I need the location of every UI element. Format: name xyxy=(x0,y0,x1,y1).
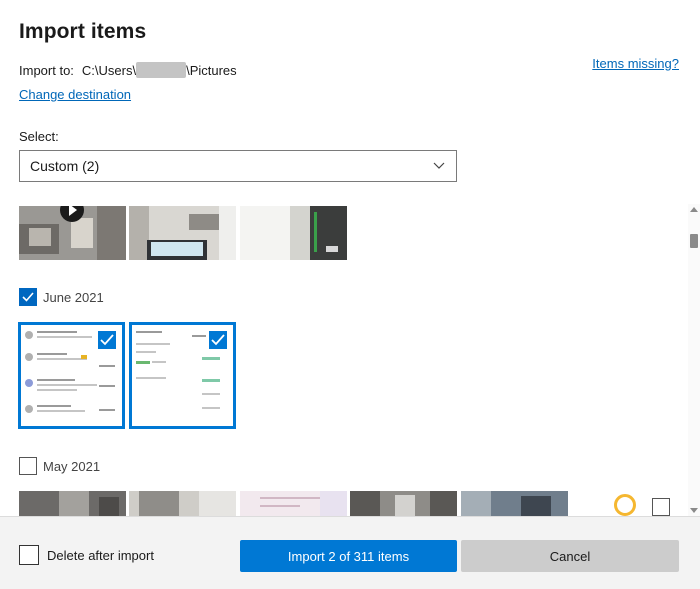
group-june-2021[interactable]: June 2021 xyxy=(19,288,104,306)
chevron-down-icon xyxy=(433,162,445,169)
photo-scroll-area[interactable]: June 2021 May 2021 xyxy=(0,204,700,516)
photo-checkbox[interactable] xyxy=(208,330,228,350)
redacted-username xyxy=(136,62,187,78)
checkmark-icon xyxy=(211,334,225,346)
select-label: Select: xyxy=(19,129,59,144)
loading-indicator xyxy=(614,494,636,516)
import-destination: Import to: C:\Users\ \Pictures xyxy=(19,62,237,78)
cancel-button[interactable]: Cancel xyxy=(461,540,679,572)
photo-checkbox[interactable] xyxy=(652,498,670,516)
items-missing-link[interactable]: Items missing? xyxy=(592,56,679,71)
change-destination-link[interactable]: Change destination xyxy=(19,87,131,102)
path-suffix: \Pictures xyxy=(186,62,237,78)
scroll-down-icon[interactable] xyxy=(690,508,698,513)
dialog-title: Import items xyxy=(19,20,147,43)
photo-thumbnail[interactable] xyxy=(350,491,457,516)
group-label: June 2021 xyxy=(43,289,104,305)
checkmark-icon xyxy=(22,292,34,302)
scrollbar-thumb[interactable] xyxy=(690,234,698,248)
import-to-label: Import to: xyxy=(19,62,74,78)
import-button[interactable]: Import 2 of 311 items xyxy=(240,540,457,572)
delete-after-import-label: Delete after import xyxy=(47,547,154,563)
photo-thumbnail[interactable] xyxy=(129,491,236,516)
photo-thumbnail[interactable] xyxy=(461,491,568,516)
photo-thumbnail[interactable] xyxy=(19,206,126,260)
vertical-scrollbar[interactable] xyxy=(688,204,700,516)
photo-thumbnail-selected[interactable] xyxy=(129,322,236,429)
photo-thumbnail-selected[interactable] xyxy=(18,322,125,429)
photo-thumbnail[interactable] xyxy=(19,491,126,516)
group-label: May 2021 xyxy=(43,458,101,474)
photo-checkbox[interactable] xyxy=(97,330,117,350)
group-checkbox[interactable] xyxy=(19,288,37,306)
select-value: Custom (2) xyxy=(30,158,100,174)
group-checkbox[interactable] xyxy=(19,457,37,475)
photo-thumbnail[interactable] xyxy=(129,206,236,260)
delete-after-import-checkbox[interactable] xyxy=(19,545,39,565)
photo-thumbnail[interactable] xyxy=(240,491,347,516)
path-prefix: C:\Users\ xyxy=(81,62,137,78)
scroll-up-icon[interactable] xyxy=(690,207,698,212)
select-dropdown[interactable]: Custom (2) xyxy=(19,150,457,182)
checkmark-icon xyxy=(100,334,114,346)
group-may-2021[interactable]: May 2021 xyxy=(19,457,100,475)
photo-thumbnail[interactable] xyxy=(240,206,347,260)
delete-after-import-option[interactable]: Delete after import xyxy=(19,545,154,565)
